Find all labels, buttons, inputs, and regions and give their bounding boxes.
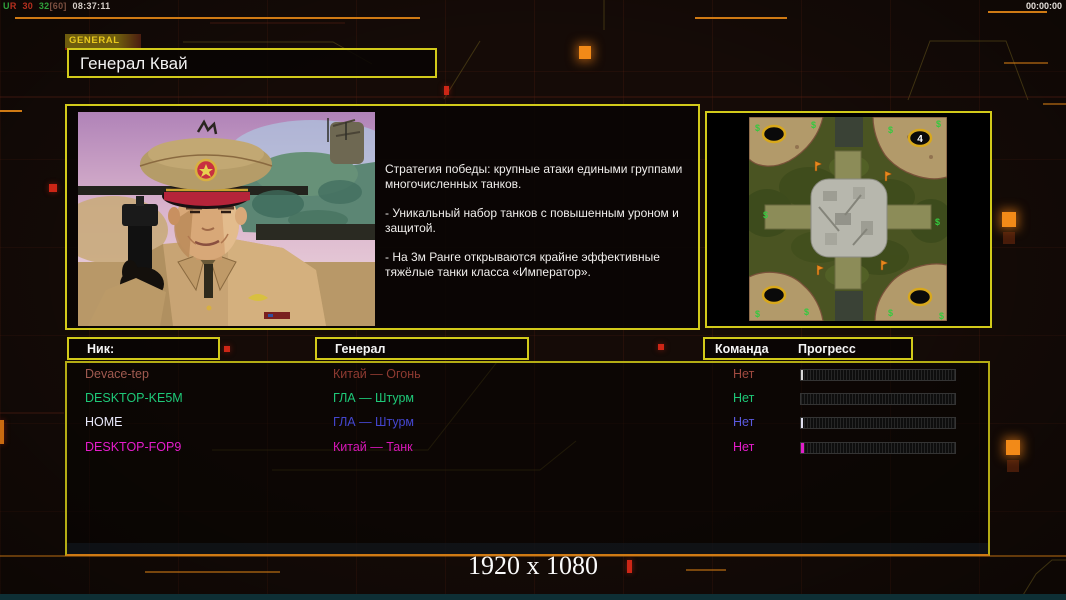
player-nick: DESKTOP-KE5M [85,391,183,405]
supply-money-icon: $ [763,210,768,220]
player-team: Нет [733,391,755,405]
player-team: Нет [733,367,755,381]
central-plaza [810,178,888,258]
supply-money-icon: $ [804,307,809,317]
progress-fill [801,418,803,428]
supply-money-icon: $ [935,217,940,227]
progress-bar [800,393,956,405]
header-general: Генерал [315,337,529,360]
progress-bar [800,442,956,454]
game-loading-screen: { "hud": { "indicator_1": "U", "indicato… [0,0,1066,600]
progress-bar [800,417,956,429]
supply-money-icon: $ [811,120,816,130]
supply-money-icon: $ [939,311,944,321]
supply-money-icon: $ [888,308,893,318]
net-indicator-u: U [3,1,10,11]
player-row: DESKTOP-FOP9 Китай — Танк Нет [0,440,1066,458]
net-indicator-r: R [9,1,17,11]
general-description: Стратегия победы: крупные атаки едиными … [385,162,700,294]
gentool-overlay: UR 30 32[60] 08:37:11 [3,1,113,11]
red-node [49,184,57,192]
player-row: DESKTOP-KE5M ГЛА — Штурм Нет [0,391,1066,409]
player-nick: DESKTOP-FOP9 [85,440,182,454]
player-nick: Devace-tep [85,367,149,381]
map-preview-image: 4 $ $ $ $ $ $ $ $ $ $ [749,117,947,321]
player-general: ГЛА — Штурм [333,415,415,429]
match-timer: 00:00:00 [1025,1,1062,11]
player-team: Нет [733,440,755,454]
glow-node [1002,212,1016,227]
edge-dash [1004,62,1048,64]
description-line: Стратегия победы: крупные атаки едиными … [385,162,683,191]
supply-money-icon: $ [888,125,893,135]
top-rule-line [15,17,420,19]
top-rule-line [695,17,787,19]
progress-fill [801,370,803,380]
player-general: Китай — Танк [333,440,413,454]
player-general: Китай — Огонь [333,367,421,381]
red-node [224,346,230,352]
supply-money-icon: $ [936,119,941,129]
player-nick: HOME [85,415,123,429]
fps-average: 32 [38,1,50,11]
supply-money-icon: $ [755,309,760,319]
header-nick: Ник: [67,337,220,360]
description-line: - Уникальный набор танков с повышенным у… [385,206,679,235]
red-node [658,344,664,350]
map-preview-panel: 4 $ $ $ $ $ $ $ $ $ $ [705,111,992,328]
progress-fill [801,443,804,453]
spawn-number-label: 4 [917,134,923,145]
progress-bar [800,369,956,381]
glow-node [579,46,591,59]
header-team-progress: Команда Прогресс [703,337,913,360]
glow-node-reflection [1007,460,1019,472]
player-general: ГЛА — Штурм [333,391,415,405]
header-progress: Прогресс [798,342,856,356]
bottom-edge-strip [0,594,1066,600]
fps-cap: [60] [49,1,67,11]
general-portrait-image [78,112,375,326]
player-team: Нет [733,415,755,429]
clock: 08:37:11 [72,1,111,11]
header-team: Команда [715,342,769,356]
resolution-overlay: 1920 x 1080 [468,551,598,580]
player-row: Devace-tep Китай — Огонь Нет [0,367,1066,385]
edge-dash [0,110,22,112]
description-line: - На 3м Ранге открываются крайне эффекти… [385,250,660,279]
general-title: Генерал Квай [67,48,437,78]
fps-value: 30 [22,1,34,11]
supply-money-icon: $ [755,123,760,133]
red-node [444,86,449,95]
player-row: HOME ГЛА — Штурм Нет [0,415,1066,433]
top-rule-line [988,11,1047,13]
glow-node-reflection [1003,232,1015,244]
edge-dash [1043,103,1066,105]
